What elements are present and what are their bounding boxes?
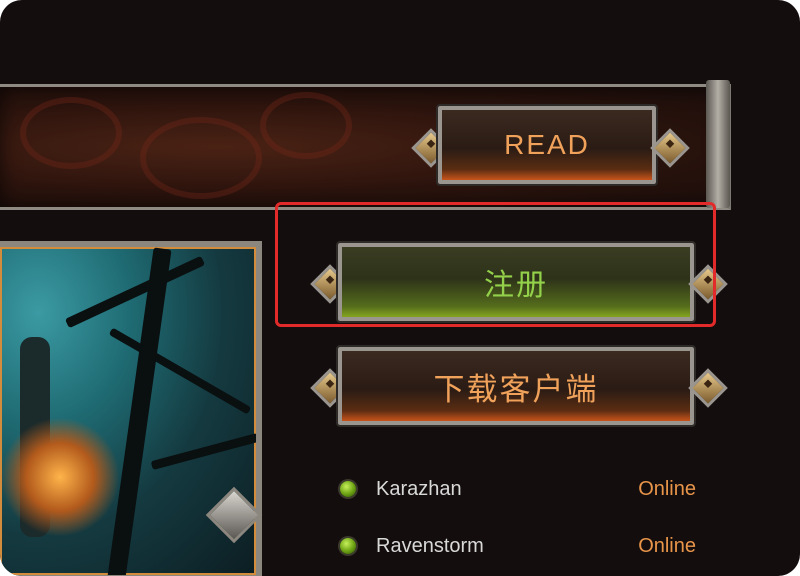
- read-button[interactable]: READ: [436, 104, 658, 186]
- download-client-button-label: 下载客户端: [433, 371, 599, 407]
- banner-corner-ornament: [706, 80, 730, 208]
- realm-status: Online: [638, 534, 696, 557]
- realm-status: Online: [638, 477, 696, 500]
- download-client-button[interactable]: 下载客户端: [336, 345, 696, 427]
- realm-name: Ravenstorm: [376, 534, 484, 557]
- read-button-label: READ: [504, 129, 590, 160]
- online-indicator-icon: [340, 481, 356, 497]
- register-button[interactable]: 注册: [336, 241, 696, 323]
- register-right-arrow-icon: [688, 264, 728, 304]
- realm-name: Karazhan: [376, 477, 462, 500]
- realm-row: Ravenstorm Online: [338, 531, 698, 561]
- realm-row: Karazhan Online: [338, 474, 698, 504]
- online-indicator-icon: [340, 538, 356, 554]
- app-window: READ 注册 下载客户端 Karazhan Online Ravenstorm…: [0, 0, 800, 576]
- register-button-label: 注册: [484, 269, 548, 302]
- download-right-arrow-icon: [688, 368, 728, 408]
